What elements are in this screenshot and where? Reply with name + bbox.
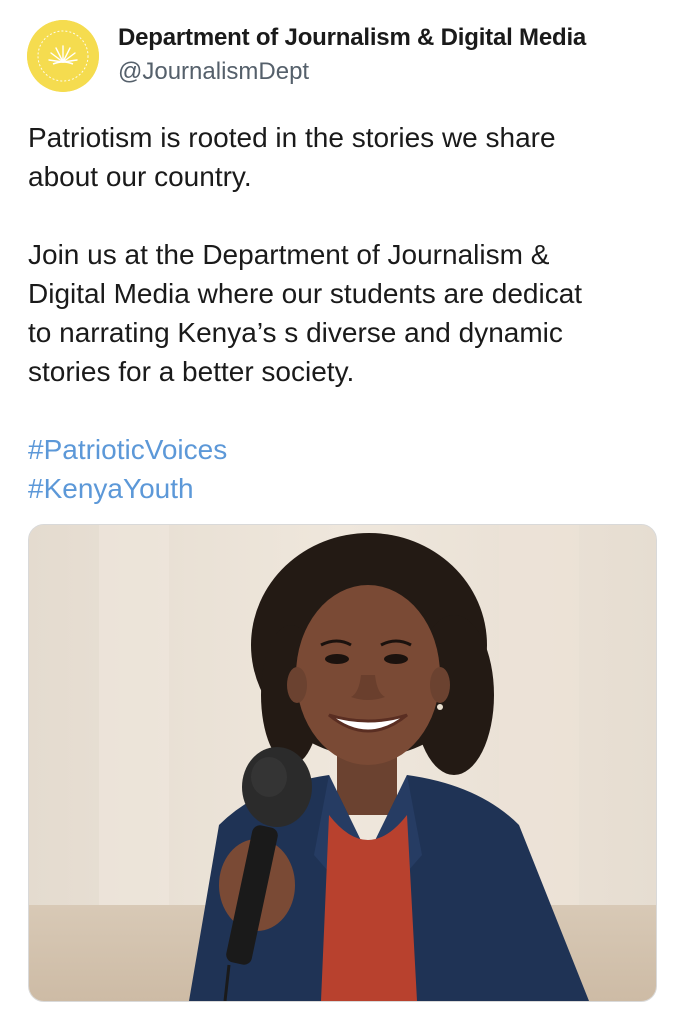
- hashtag-list: #PatrioticVoices #KenyaYouth: [28, 430, 227, 508]
- account-handle[interactable]: @JournalismDept: [118, 58, 309, 86]
- post-paragraph: Join us at the Department of Journalism …: [28, 239, 583, 387]
- post-text: Patriotism is rooted in the stories we s…: [28, 118, 658, 391]
- student-with-microphone-photo: [29, 525, 656, 1001]
- post-paragraph: Patriotism is rooted in the stories we s…: [28, 122, 556, 192]
- post-card: Department of Journalism & Digital Media…: [0, 0, 682, 1024]
- hashtag-link[interactable]: #KenyaYouth: [28, 469, 227, 508]
- account-display-name[interactable]: Department of Journalism & Digital Media: [118, 24, 586, 52]
- account-avatar[interactable]: [27, 20, 99, 92]
- hashtag-link[interactable]: #PatrioticVoices: [28, 430, 227, 469]
- sun-emblem-logo-icon: [27, 20, 99, 92]
- post-photo[interactable]: [28, 524, 657, 1002]
